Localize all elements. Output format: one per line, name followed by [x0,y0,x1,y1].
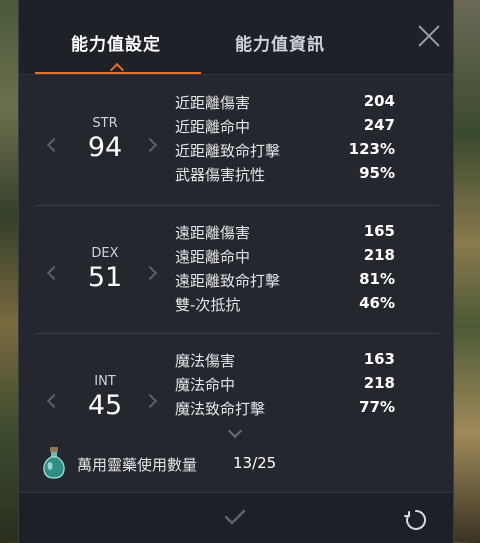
checkmark-icon[interactable] [223,505,247,529]
stat-row-value: 165 [363,222,395,240]
stat-row-value: 218 [363,246,395,264]
stat-row: 近距離傷害 204 [175,92,419,116]
stat-row-label: 遠距離傷害 [175,224,251,242]
stat-row-value: 77% [359,398,395,416]
stat-row-label: 武器傷害抗性 [175,166,266,184]
background-right [450,0,480,542]
stat-row-label: 魔法傷害 [175,352,236,370]
divider [19,74,453,75]
footer-bar [19,492,453,543]
increase-int-arrow-icon[interactable] [142,393,158,409]
tab-stat-info[interactable]: 能力值資訊 [235,30,325,55]
stat-row: 魔法命中 218 [175,374,419,398]
stat-row-value: 247 [363,116,395,134]
stat-row-value: 81% [359,270,395,288]
stat-row-value: 163 [363,350,395,368]
stat-value: 94 [87,132,123,163]
stat-row: 遠距離致命打擊 81% [175,270,419,294]
stat-name: STR [92,116,118,131]
reset-icon[interactable] [403,507,429,533]
stat-row-value: 218 [363,374,395,392]
stat-row-label: 近距離傷害 [175,94,251,112]
stat-row-label: 近距離命中 [175,118,251,136]
increase-str-arrow-icon[interactable] [142,137,158,153]
stat-row: 遠距離傷害 165 [175,222,419,246]
stat-row: 近距離命中 247 [175,116,419,140]
stat-row: 近距離致命打擊 123% [175,140,419,164]
stat-row: 遠距離命中 218 [175,246,419,270]
stat-panel: 能力值設定 能力值資訊 STR 94 近距離傷害 204 近距離命中 247 近… [18,0,454,543]
stat-row: 雙-次抵抗 46% [175,294,419,318]
stat-block-dex: DEX 51 遠距離傷害 165 遠距離命中 218 遠距離致命打擊 81% 雙… [35,206,439,334]
stat-row-value: 204 [363,92,395,110]
tab-stat-settings[interactable]: 能力值設定 [71,30,161,55]
potion-icon [43,447,65,479]
stat-row-value: 95% [359,164,395,182]
decrease-int-arrow-icon[interactable] [46,393,62,409]
stat-row-value: 46% [359,294,395,312]
stat-row-label: 雙-次抵抗 [175,296,241,314]
stat-row-label: 遠距離致命打擊 [175,272,281,290]
stat-row-label: 近距離致命打擊 [175,142,281,160]
stat-row: 武器傷害抗性 95% [175,164,419,188]
decrease-str-arrow-icon[interactable] [46,137,62,153]
stat-row-label: 遠距離命中 [175,248,251,266]
close-icon[interactable] [417,24,441,48]
increase-dex-arrow-icon[interactable] [142,265,158,281]
stat-row-label: 魔法命中 [175,376,236,394]
stat-block-str: STR 94 近距離傷害 204 近距離命中 247 近距離致命打擊 123% … [35,78,439,206]
stat-value: 51 [87,262,123,293]
elixir-label: 萬用靈藥使用數量 [77,456,198,474]
stat-name: INT [94,374,116,389]
stat-name: DEX [91,246,119,261]
decrease-dex-arrow-icon[interactable] [46,265,62,281]
stat-row: 魔法傷害 163 [175,350,419,374]
tab-bar: 能力值設定 能力值資訊 [19,0,453,78]
elixir-count: 13/25 [233,454,277,472]
stat-row-value: 123% [348,140,395,158]
elixir-usage: 萬用靈藥使用數量 13/25 [35,434,439,492]
